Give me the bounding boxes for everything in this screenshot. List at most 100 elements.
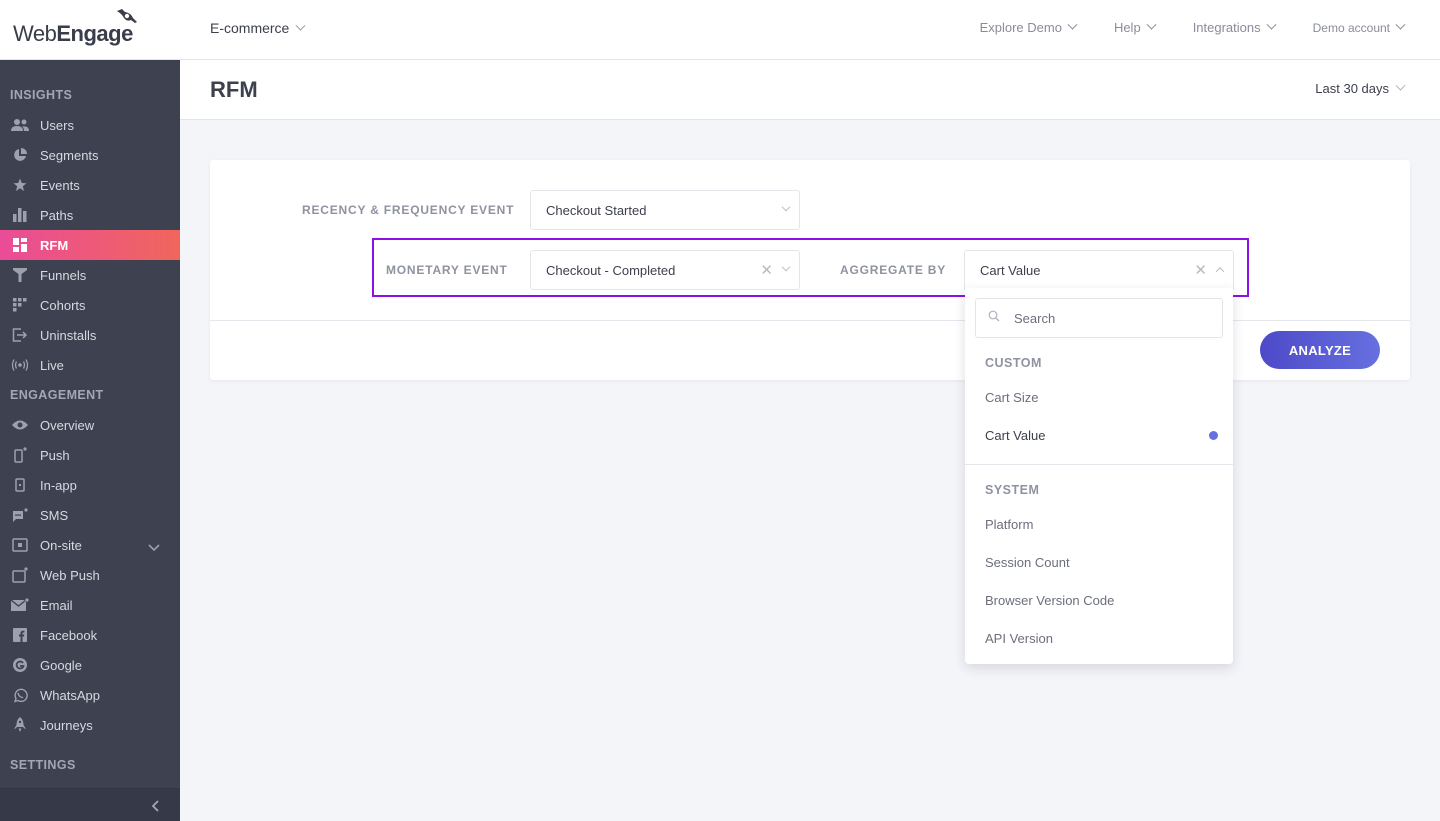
sidebar-item-label: Journeys [40, 717, 93, 733]
nav-label: Explore Demo [979, 20, 1062, 35]
aggregate-by-label: AGGREGATE BY [840, 263, 947, 277]
grid-icon [10, 237, 30, 253]
option-browser-version-code[interactable]: Browser Version Code [965, 581, 1233, 619]
sidebar-item-in-app[interactable]: In-app [0, 470, 180, 500]
sidebar: INSIGHTS Users Segments Events Paths RFM… [0, 60, 180, 821]
sidebar-item-cohorts[interactable]: Cohorts [0, 290, 180, 320]
mobile-icon [10, 447, 30, 463]
project-selector[interactable]: E-commerce [210, 20, 306, 36]
date-range-label: Last 30 days [1315, 81, 1389, 96]
sidebar-item-uninstalls[interactable]: Uninstalls [0, 320, 180, 350]
sidebar-item-label: Push [40, 447, 70, 463]
option-label: API Version [985, 630, 1053, 646]
chevron-down-icon[interactable] [148, 540, 160, 555]
sidebar-item-label: In-app [40, 477, 77, 493]
group-title-custom: CUSTOM [985, 356, 1042, 370]
option-label: Browser Version Code [985, 592, 1115, 608]
monetary-event-select[interactable]: Checkout - Completed ✕ [530, 250, 800, 290]
nav-help[interactable]: Help [1113, 19, 1157, 35]
nav-explore-demo[interactable]: Explore Demo [979, 19, 1078, 35]
sidebar-item-whatsapp[interactable]: WhatsApp [0, 680, 180, 710]
clear-icon[interactable]: ✕ [1194, 263, 1207, 278]
nav-account[interactable]: Demo account [1312, 19, 1406, 35]
sidebar-item-sms[interactable]: SMS [0, 500, 180, 530]
web-push-icon [10, 567, 30, 583]
option-session-count[interactable]: Session Count [965, 543, 1233, 581]
sidebar-item-on-site[interactable]: On-site [0, 530, 180, 560]
sidebar-item-overview[interactable]: Overview [0, 410, 180, 440]
sidebar-item-label: Google [40, 657, 82, 673]
sidebar-item-facebook[interactable]: Facebook [0, 620, 180, 650]
sidebar-item-journeys[interactable]: Journeys [0, 710, 180, 740]
option-cart-size[interactable]: Cart Size [965, 378, 1233, 416]
nav-label: Help [1113, 20, 1141, 35]
chevron-down-icon [781, 202, 791, 212]
chevron-down-icon [1146, 19, 1157, 30]
sidebar-item-label: SMS [40, 507, 69, 523]
bar-chart-icon [10, 207, 30, 223]
page-header: RFM Last 30 days [180, 60, 1440, 120]
sidebar-item-paths[interactable]: Paths [0, 200, 180, 230]
option-label: Platform [985, 516, 1034, 532]
sidebar-item-label: Paths [40, 207, 74, 223]
nav-integrations[interactable]: Integrations [1192, 19, 1277, 35]
sidebar-item-google[interactable]: Google [0, 650, 180, 680]
nav-label: Integrations [1192, 20, 1261, 35]
nav-label: Demo account [1312, 20, 1390, 35]
sidebar-item-label: Facebook [40, 627, 98, 643]
webengage-logo[interactable]: WebEngage [13, 9, 137, 50]
dropdown-search[interactable] [975, 298, 1223, 338]
sms-icon [10, 507, 30, 523]
live-icon [10, 357, 30, 373]
top-bar: WebEngage E-commerce Explore Demo Help I… [0, 0, 1440, 60]
clear-icon[interactable]: ✕ [760, 263, 773, 278]
chevron-up-icon [1215, 267, 1225, 276]
option-api-version[interactable]: API Version [965, 619, 1233, 657]
sidebar-item-segments[interactable]: Segments [0, 140, 180, 170]
cohorts-icon [10, 297, 30, 313]
section-title-engagement: ENGAGEMENT [10, 388, 104, 402]
facebook-icon [10, 627, 30, 643]
search-input[interactable] [1014, 310, 1204, 326]
sidebar-item-live[interactable]: Live [0, 350, 180, 380]
sidebar-item-web-push[interactable]: Web Push [0, 560, 180, 590]
aggregate-by-select[interactable]: Cart Value ✕ [964, 250, 1234, 290]
dropdown-divider [965, 464, 1233, 465]
analyze-button[interactable]: ANALYZE [1260, 331, 1380, 369]
search-icon [988, 309, 1000, 327]
in-app-icon [10, 477, 30, 493]
sidebar-item-label: Web Push [40, 567, 100, 583]
recency-event-value: Checkout Started [546, 202, 647, 218]
chevron-down-icon [1067, 19, 1078, 30]
option-platform[interactable]: Platform [965, 505, 1233, 543]
email-icon [10, 597, 30, 613]
section-title-settings: SETTINGS [10, 758, 76, 772]
project-name: E-commerce [210, 20, 290, 36]
sidebar-item-rfm[interactable]: RFM [0, 230, 180, 260]
aggregate-by-dropdown: CUSTOM Cart Size Cart Value SYSTEM Platf… [965, 288, 1233, 664]
sidebar-item-email[interactable]: Email [0, 590, 180, 620]
sidebar-item-label: Events [40, 177, 80, 193]
monetary-event-label: MONETARY EVENT [386, 263, 508, 277]
sidebar-item-users[interactable]: Users [0, 110, 180, 140]
sidebar-item-events[interactable]: Events [0, 170, 180, 200]
sidebar-item-label: On-site [40, 537, 82, 553]
collapse-sidebar-icon[interactable] [150, 799, 160, 812]
monetary-event-value: Checkout - Completed [546, 262, 676, 278]
date-range-selector[interactable]: Last 30 days [1315, 80, 1406, 96]
section-title-insights: INSIGHTS [10, 88, 73, 102]
sidebar-item-funnels[interactable]: Funnels [0, 260, 180, 290]
sidebar-item-label: Cohorts [40, 297, 86, 313]
star-icon [10, 177, 30, 193]
sidebar-item-label: Overview [40, 417, 95, 433]
option-label: Cart Value [985, 427, 1046, 443]
sidebar-item-label: RFM [40, 237, 69, 253]
option-cart-value[interactable]: Cart Value [965, 416, 1233, 454]
sidebar-item-label: Funnels [40, 267, 87, 283]
page-title: RFM [210, 77, 258, 102]
recency-event-select[interactable]: Checkout Started [530, 190, 800, 230]
sidebar-item-label: Users [40, 117, 74, 133]
pie-chart-icon [10, 147, 30, 163]
group-title-system: SYSTEM [985, 483, 1040, 497]
sidebar-item-push[interactable]: Push [0, 440, 180, 470]
